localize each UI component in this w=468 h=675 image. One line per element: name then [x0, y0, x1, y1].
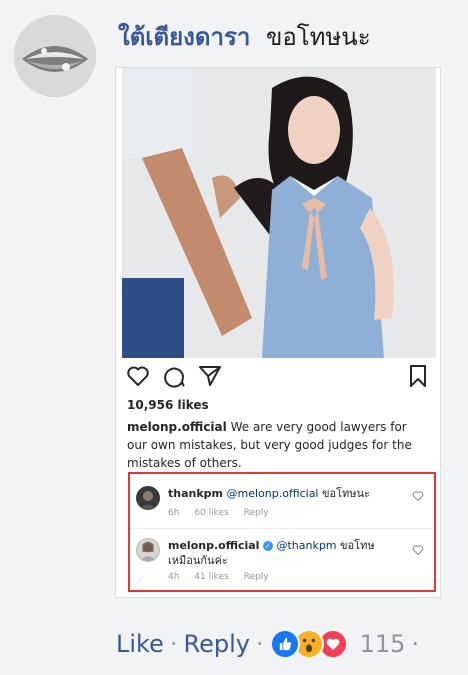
comment-header: ใต้เตียงดารา ขอโทษนะ [118, 22, 371, 52]
comment-reply-link[interactable]: Reply [244, 508, 269, 518]
comment-actions: Like · Reply · 115 · [116, 628, 425, 660]
reactions-summary[interactable] [269, 628, 356, 660]
separator: · [169, 630, 178, 658]
heart-icon[interactable] [412, 490, 424, 502]
comment-text: ขอโทษนะ [322, 487, 370, 500]
heart-icon[interactable] [412, 544, 424, 556]
like-link[interactable]: Like [116, 630, 164, 658]
comment-mention[interactable]: @melonp.official [227, 487, 319, 500]
highlighted-comments: thankpm @melonp.official ขอโทษนะ 6h 60 l… [128, 472, 436, 592]
comment-text: ขอโทษนะ [265, 23, 371, 51]
separator: · [411, 630, 420, 658]
reaction-count[interactable]: 115 [360, 630, 406, 658]
post-username[interactable]: melonp.official [127, 420, 227, 434]
post-likes-count[interactable]: 10,956 likes [127, 398, 209, 412]
instagram-screenshot[interactable]: 10,956 likes melonp.official We are very… [115, 67, 441, 598]
post-caption: melonp.official We are very good lawyers… [127, 418, 427, 472]
comment-meta: 4h 41 likes Reply [168, 572, 281, 582]
reply-link[interactable]: Reply [184, 630, 250, 658]
commenter-avatar[interactable] [14, 15, 96, 97]
comment-body: melonp.official ✓ @thankpm ขอโทษ เหมือนก… [168, 538, 406, 568]
comment-body: thankpm @melonp.official ขอโทษนะ [168, 486, 406, 501]
comment-meta: 6h 60 likes Reply [168, 508, 281, 518]
separator: · [255, 630, 264, 658]
comment-divider [130, 528, 434, 529]
comment-time: 6h [168, 508, 180, 518]
comment-author-link[interactable]: ใต้เตียงดารา [118, 23, 250, 51]
comment-reply-link[interactable]: Reply [244, 572, 269, 582]
comment-likes[interactable]: 41 likes [194, 572, 228, 582]
post-actions [126, 364, 430, 388]
comment-user-avatar[interactable] [136, 486, 160, 510]
comment-icon[interactable] [162, 364, 186, 388]
comment-user-avatar[interactable] [136, 538, 160, 562]
post-photo [122, 68, 436, 358]
heart-icon[interactable] [126, 364, 150, 388]
verified-badge-icon: ✓ [262, 541, 273, 551]
like-reaction-icon [269, 629, 300, 659]
share-icon[interactable] [198, 364, 222, 388]
comment-time: 4h [168, 572, 180, 582]
bookmark-icon[interactable] [406, 364, 430, 388]
comment-mention[interactable]: @thankpm [276, 539, 336, 552]
comment-likes[interactable]: 60 likes [194, 508, 228, 518]
comment-username[interactable]: melonp.official [168, 539, 259, 552]
comment-username[interactable]: thankpm [168, 487, 223, 500]
